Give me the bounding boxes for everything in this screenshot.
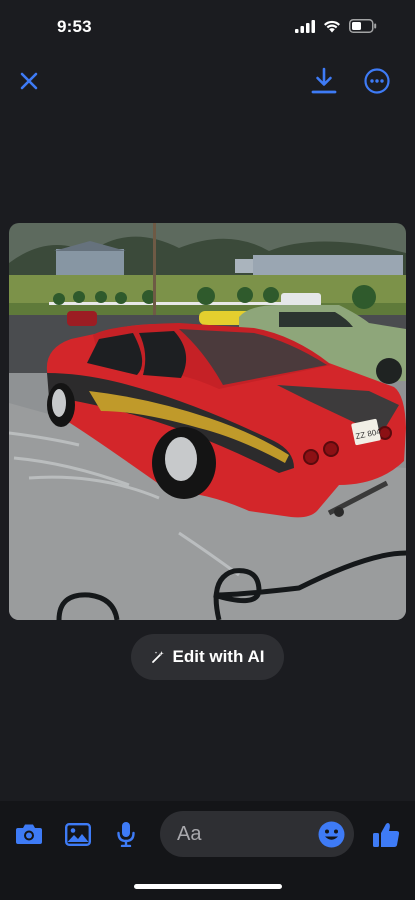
edit-with-ai-label: Edit with AI xyxy=(172,647,265,666)
gallery-icon xyxy=(65,822,91,846)
car-photo: ZZ 804 xyxy=(9,223,406,620)
message-input-placeholder: Aa xyxy=(177,823,202,845)
more-options-button[interactable] xyxy=(362,66,392,96)
gallery-button[interactable] xyxy=(63,819,93,849)
status-icons xyxy=(295,19,377,33)
camera-icon xyxy=(16,824,42,844)
close-icon xyxy=(20,72,38,90)
viewer-toolbar xyxy=(0,60,415,104)
status-bar: 9:53 xyxy=(0,0,415,56)
magic-wand-icon xyxy=(151,651,164,663)
voice-button[interactable] xyxy=(111,819,141,849)
download-icon xyxy=(311,67,337,94)
status-time: 9:53 xyxy=(57,17,92,36)
signal-icon xyxy=(295,19,315,33)
battery-icon xyxy=(349,19,377,33)
microphone-icon xyxy=(117,822,135,847)
photo-viewer-image[interactable]: ZZ 804 xyxy=(9,223,406,620)
thumbs-up-icon xyxy=(373,823,400,847)
like-button[interactable] xyxy=(370,819,402,851)
message-input[interactable]: Aa xyxy=(160,811,354,857)
close-button[interactable] xyxy=(14,66,44,96)
camera-button[interactable] xyxy=(14,819,44,849)
more-options-icon xyxy=(364,68,390,94)
edit-with-ai-button[interactable]: Edit with AI xyxy=(131,634,284,680)
home-indicator xyxy=(134,884,282,889)
emoji-icon[interactable] xyxy=(318,821,345,848)
download-button[interactable] xyxy=(309,64,339,98)
wifi-icon xyxy=(324,20,340,32)
